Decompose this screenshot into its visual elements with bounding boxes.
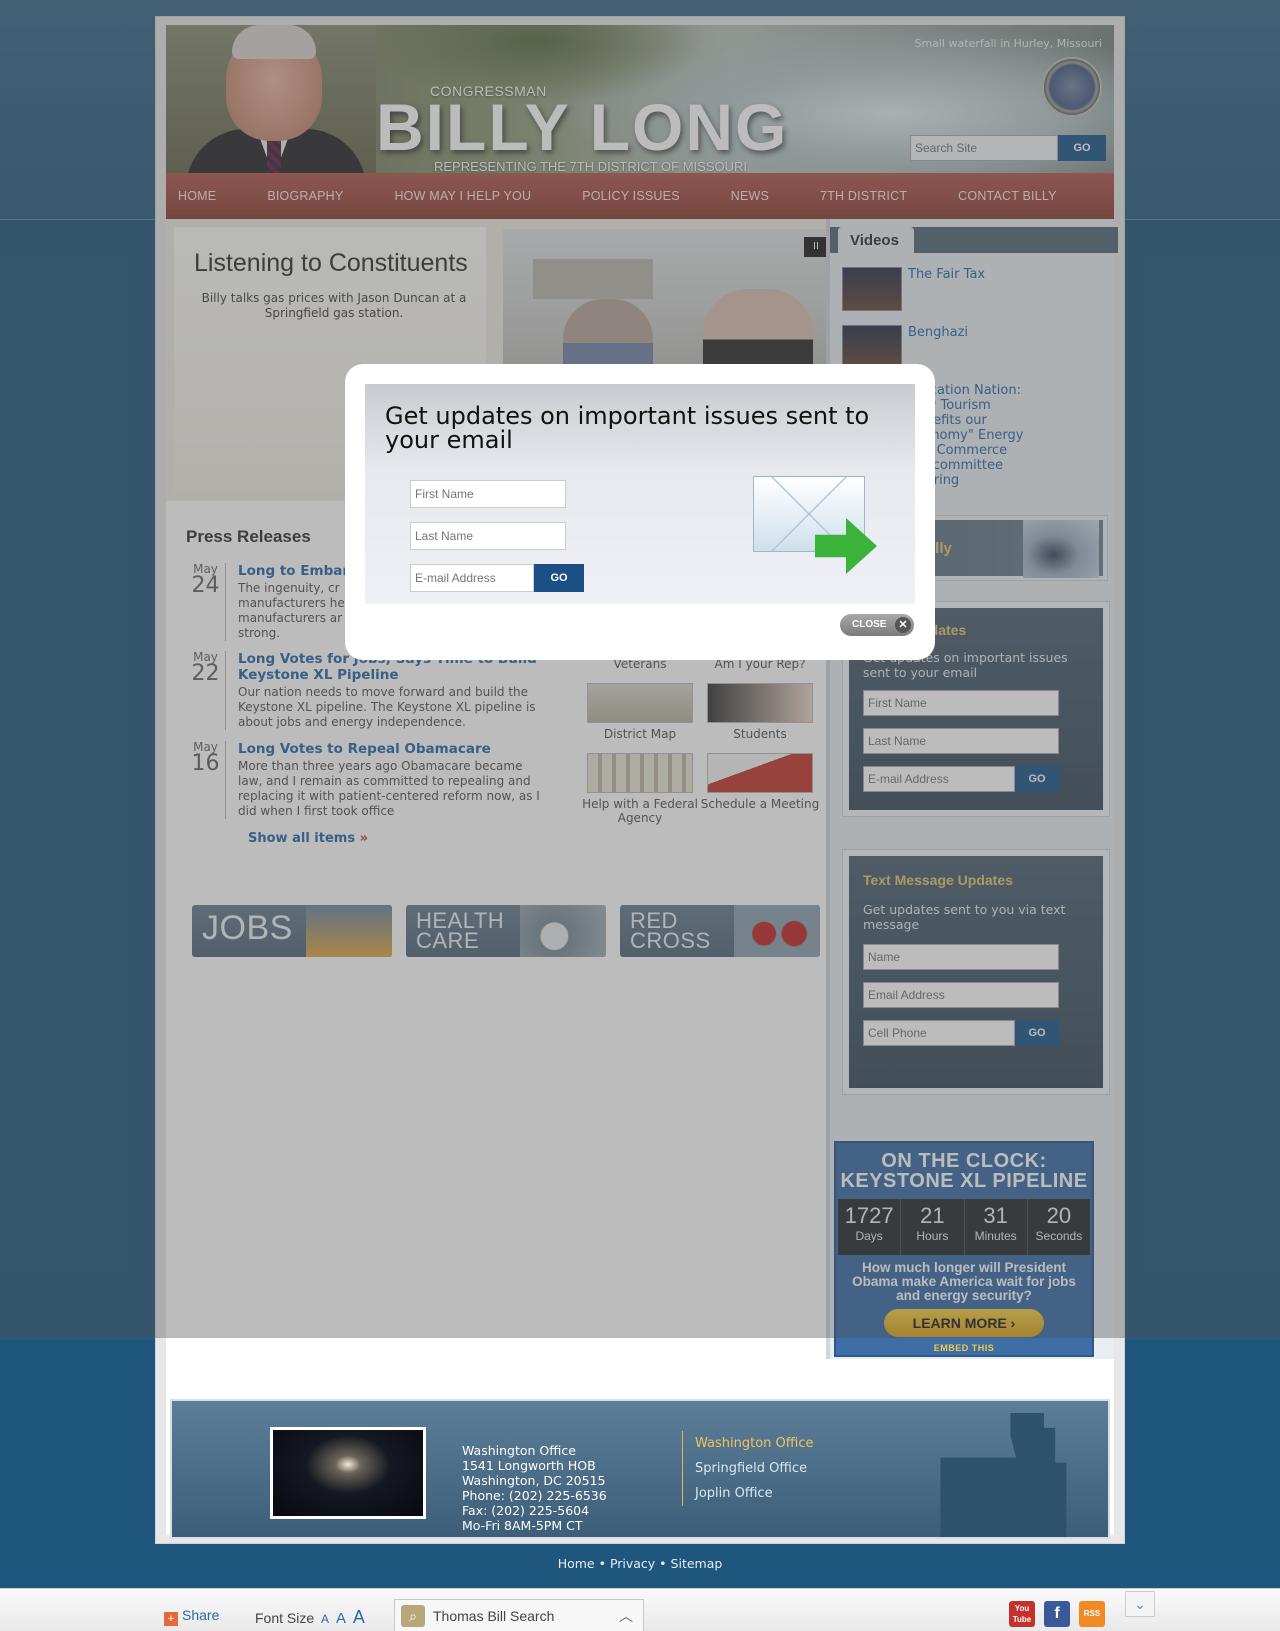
capitol-photo — [270, 1427, 426, 1519]
close-icon: ✕ — [895, 617, 911, 633]
office-phone: Phone: (202) 225-6536 — [462, 1488, 607, 1503]
modal-panel: Get updates on important issues sent to … — [365, 384, 915, 604]
washington-office-link[interactable]: Washington Office — [695, 1431, 813, 1456]
modal-overlay[interactable] — [0, 0, 1280, 1338]
chevron-up-icon[interactable]: ︿ — [619, 1606, 633, 1626]
modal-email-field[interactable] — [410, 564, 534, 592]
facebook-icon[interactable]: f — [1044, 1601, 1070, 1627]
office-title: Washington Office — [462, 1443, 576, 1458]
office-address-line1: 1541 Longworth HOB — [462, 1458, 596, 1473]
modal-last-name-field[interactable] — [410, 522, 566, 550]
share-button[interactable]: + Share — [164, 1607, 219, 1626]
district-map-silhouette — [940, 1413, 1067, 1537]
email-signup-modal: Get updates on important issues sent to … — [345, 364, 935, 660]
font-size-medium[interactable]: A — [336, 1610, 346, 1627]
embed-this-link[interactable]: EMBED THIS — [836, 1343, 1092, 1353]
footer-site-links: Home • Privacy • Sitemap — [557, 1556, 723, 1571]
modal-close-button[interactable]: CLOSE ✕ — [840, 614, 914, 636]
font-size-label: Font Size — [255, 1610, 315, 1626]
font-size-large[interactable]: A — [353, 1607, 365, 1627]
office-fax: Fax: (202) 225-5604 — [462, 1503, 590, 1518]
modal-go-button[interactable]: GO — [534, 564, 584, 592]
thomas-bill-search[interactable]: ⌕ Thomas Bill Search ︿ — [394, 1599, 644, 1631]
footer-sitemap-link[interactable]: Sitemap — [671, 1556, 723, 1571]
bottom-toolbar: ⌄ + Share Font Size A A A ⌕ Thomas Bill S… — [0, 1588, 1280, 1631]
modal-title: Get updates on important issues sent to … — [385, 402, 870, 454]
office-links: Washington Office Springfield Office Jop… — [682, 1431, 813, 1506]
office-address: Washington Office 1541 Longworth HOB Was… — [462, 1443, 607, 1533]
youtube-icon[interactable]: You Tube — [1009, 1601, 1035, 1627]
magnifier-icon: ⌕ — [401, 1605, 425, 1627]
font-size-small[interactable]: A — [321, 1612, 329, 1626]
office-hours: Mo-Fri 8AM-5PM CT — [462, 1518, 583, 1533]
footer-offices: Washington Office 1541 Longworth HOB Was… — [170, 1399, 1110, 1539]
close-label: CLOSE — [852, 619, 887, 630]
office-address-line2: Washington, DC 20515 — [462, 1473, 606, 1488]
toolbar-collapse-chevron-icon[interactable]: ⌄ — [1125, 1591, 1155, 1617]
footer-home-link[interactable]: Home — [558, 1556, 595, 1571]
joplin-office-link[interactable]: Joplin Office — [695, 1481, 813, 1506]
modal-first-name-field[interactable] — [410, 480, 566, 508]
thomas-search-label: Thomas Bill Search — [433, 1608, 555, 1624]
footer-privacy-link[interactable]: Privacy — [610, 1556, 655, 1571]
share-label: Share — [182, 1607, 220, 1623]
rss-icon[interactable]: RSS — [1079, 1601, 1105, 1627]
share-icon: + — [164, 1612, 178, 1626]
springfield-office-link[interactable]: Springfield Office — [695, 1456, 813, 1481]
font-size-control: Font Size A A A — [255, 1607, 365, 1628]
